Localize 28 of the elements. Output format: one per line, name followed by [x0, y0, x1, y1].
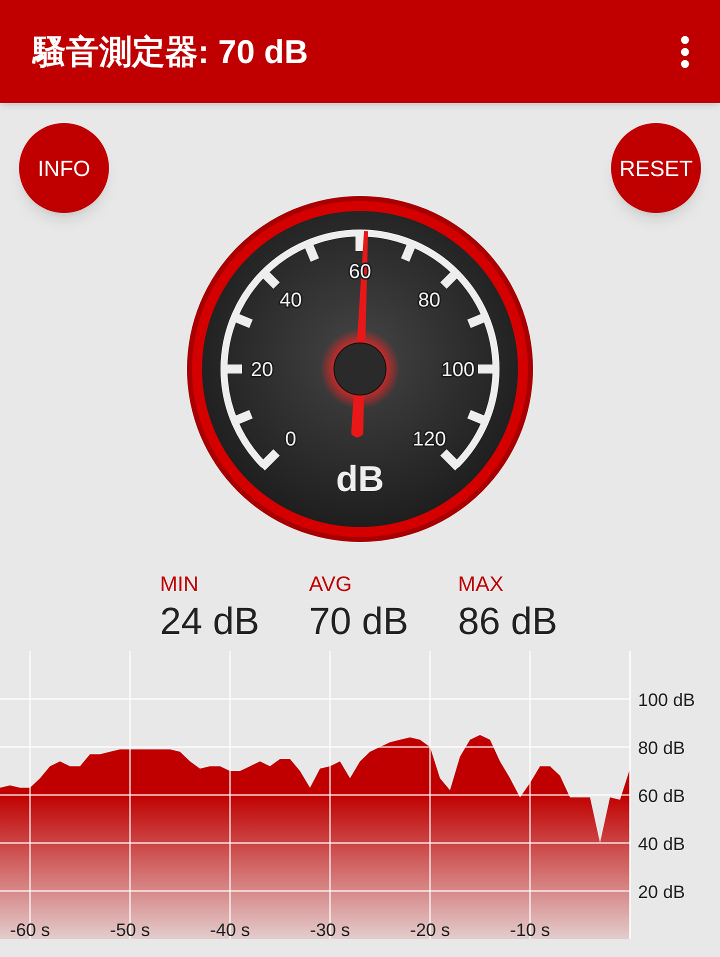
x-axis-label: -10 s: [510, 920, 550, 940]
x-axis-label: -20 s: [410, 920, 450, 940]
more-options-icon[interactable]: [680, 34, 690, 68]
scale-label: 40: [280, 290, 302, 312]
scale-label: 120: [412, 428, 446, 450]
y-axis-label: 20 dB: [638, 882, 686, 902]
stat-label: MIN: [160, 572, 200, 598]
stat-label: MAX: [458, 572, 505, 598]
y-axis-label: 80 dB: [638, 738, 686, 758]
x-axis-label: -50 s: [110, 920, 150, 940]
y-axis-label: 40 dB: [638, 834, 686, 854]
x-axis-label: -60 s: [10, 920, 50, 940]
scale-label: 80: [418, 290, 440, 312]
scale-label: 100: [441, 359, 475, 381]
app-title: 騷音測定器: 70 dB: [33, 32, 308, 72]
stat-label: AVG: [309, 572, 353, 598]
unit-label: dB: [336, 458, 384, 499]
y-axis-label: 60 dB: [638, 786, 686, 806]
x-axis-label: -30 s: [310, 920, 350, 940]
stat-value: 24 dB: [160, 600, 260, 645]
y-axis-label: 100 dB: [638, 690, 696, 710]
x-axis-label: -40 s: [210, 920, 250, 940]
scale-label: 0: [285, 428, 296, 450]
info-button[interactable]: INFO: [19, 123, 109, 213]
stat-value: 86 dB: [458, 600, 558, 645]
scale-label: 20: [250, 359, 274, 381]
reset-button[interactable]: RESET: [611, 123, 701, 213]
stat-value: 70 dB: [309, 600, 408, 645]
